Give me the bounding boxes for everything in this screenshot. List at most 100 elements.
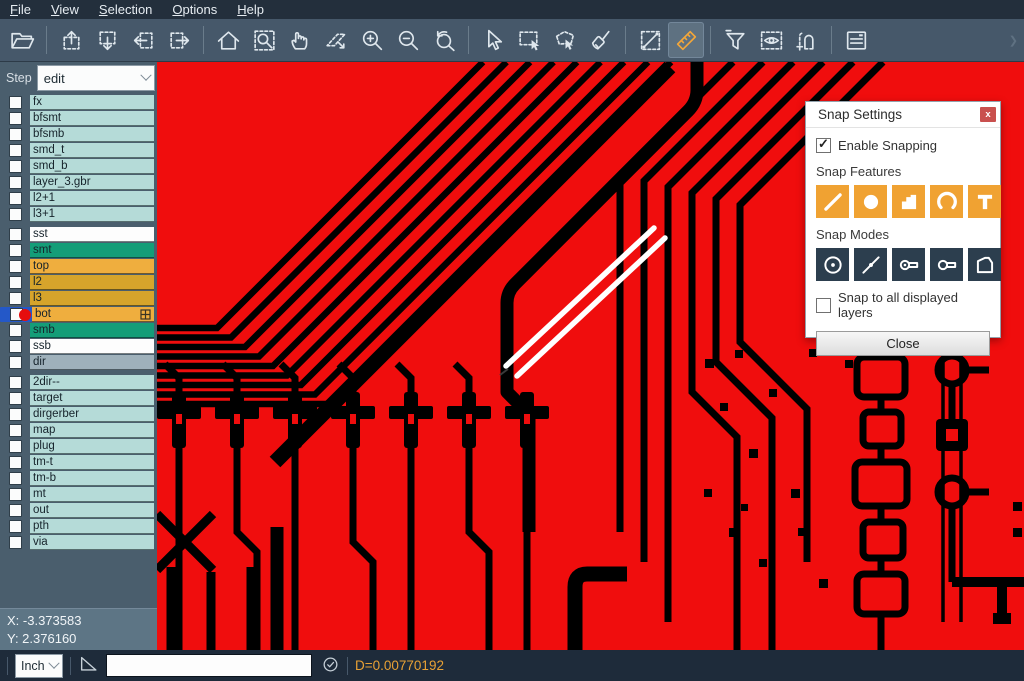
- layer-name-cell[interactable]: top: [30, 259, 154, 274]
- layer-row-2dir--[interactable]: 2dir--: [0, 375, 157, 390]
- layer-visibility-checkbox[interactable]: [9, 208, 22, 221]
- layer-name-cell[interactable]: sst: [30, 227, 154, 242]
- layer-name-cell[interactable]: smd_t: [30, 143, 154, 158]
- home-view-button[interactable]: [210, 22, 246, 58]
- view-options-button[interactable]: [753, 22, 789, 58]
- layer-name-cell[interactable]: bot: [32, 307, 154, 322]
- layer-row-out[interactable]: out: [0, 503, 157, 518]
- dialog-close-button[interactable]: Close: [816, 331, 990, 356]
- dialog-close-x-button[interactable]: x: [980, 107, 996, 122]
- filter-button[interactable]: [717, 22, 753, 58]
- layer-visibility-checkbox[interactable]: [9, 472, 22, 485]
- snap-feature-line-button[interactable]: [816, 185, 849, 218]
- snap-feature-text-button[interactable]: [968, 185, 1001, 218]
- layer-row-via[interactable]: via: [0, 535, 157, 550]
- menu-file[interactable]: File: [0, 1, 41, 19]
- measure-ruler-button[interactable]: [668, 22, 704, 58]
- extend-up-button[interactable]: [53, 22, 89, 58]
- layer-row-l2[interactable]: l2: [0, 275, 157, 290]
- layer-visibility-checkbox[interactable]: [9, 228, 22, 241]
- layer-visibility-checkbox[interactable]: [9, 160, 22, 173]
- snap-mode-center-button[interactable]: [816, 248, 849, 281]
- layer-row-smt[interactable]: smt: [0, 243, 157, 258]
- layer-visibility-checkbox[interactable]: [9, 376, 22, 389]
- snap-settings-button[interactable]: [789, 22, 825, 58]
- snap-mode-midpoint-button[interactable]: [854, 248, 887, 281]
- layer-name-cell[interactable]: mt: [30, 487, 154, 502]
- layer-name-cell[interactable]: plug: [30, 439, 154, 454]
- layer-row-smd_b[interactable]: smd_b: [0, 159, 157, 174]
- snap-feature-arc-button[interactable]: [930, 185, 963, 218]
- layer-name-cell[interactable]: l2+1: [30, 191, 154, 206]
- layer-name-cell[interactable]: target: [30, 391, 154, 406]
- snap-all-layers-checkbox[interactable]: [816, 298, 831, 313]
- layer-row-layer_3.gbr[interactable]: layer_3.gbr: [0, 175, 157, 190]
- layer-row-smd_t[interactable]: smd_t: [0, 143, 157, 158]
- layer-name-cell[interactable]: smb: [30, 323, 154, 338]
- polygon-select-button[interactable]: [547, 22, 583, 58]
- layer-row-pth[interactable]: pth: [0, 519, 157, 534]
- layer-name-cell[interactable]: pth: [30, 519, 154, 534]
- layer-visibility-checkbox[interactable]: [9, 456, 22, 469]
- layer-row-dirgerber[interactable]: dirgerber: [0, 407, 157, 422]
- layer-row-bfsmb[interactable]: bfsmb: [0, 127, 157, 142]
- layer-row-bot[interactable]: bot: [0, 307, 157, 322]
- layer-row-target[interactable]: target: [0, 391, 157, 406]
- layer-visibility-checkbox[interactable]: [9, 176, 22, 189]
- layer-visibility-checkbox[interactable]: [9, 112, 22, 125]
- layer-visibility-checkbox[interactable]: [9, 504, 22, 517]
- layer-visibility-checkbox[interactable]: [9, 144, 22, 157]
- layer-visibility-checkbox[interactable]: [9, 520, 22, 533]
- layer-visibility-checkbox[interactable]: [9, 536, 22, 549]
- snap-all-layers-row[interactable]: Snap to all displayed layers: [816, 290, 990, 320]
- layer-name-cell[interactable]: tm-t: [30, 455, 154, 470]
- toolbar-overflow-chevron[interactable]: ❯: [1009, 34, 1018, 47]
- layer-name-cell[interactable]: smd_b: [30, 159, 154, 174]
- zoom-area-button[interactable]: [318, 22, 354, 58]
- layer-visibility-checkbox[interactable]: [9, 244, 22, 257]
- zoom-out-button[interactable]: [390, 22, 426, 58]
- layer-name-cell[interactable]: out: [30, 503, 154, 518]
- rectangle-select-button[interactable]: [511, 22, 547, 58]
- layer-visibility-checkbox[interactable]: [9, 392, 22, 405]
- layer-visibility-checkbox[interactable]: [9, 276, 22, 289]
- enable-snapping-row[interactable]: Enable Snapping: [816, 138, 990, 153]
- layer-row-sst[interactable]: sst: [0, 227, 157, 242]
- layer-row-smb[interactable]: smb: [0, 323, 157, 338]
- layer-visibility-checkbox[interactable]: [9, 192, 22, 205]
- layer-row-fx[interactable]: fx: [0, 95, 157, 110]
- snap-mode-vertex-button[interactable]: [968, 248, 1001, 281]
- layer-visibility-checkbox[interactable]: [9, 488, 22, 501]
- layer-row-l3[interactable]: l3: [0, 291, 157, 306]
- measure-line-button[interactable]: [632, 22, 668, 58]
- layer-row-plug[interactable]: plug: [0, 439, 157, 454]
- clean-brush-button[interactable]: [583, 22, 619, 58]
- layer-row-mt[interactable]: mt: [0, 487, 157, 502]
- menu-options[interactable]: Options: [162, 1, 227, 19]
- enable-snapping-checkbox[interactable]: [816, 138, 831, 153]
- layer-visibility-checkbox[interactable]: [9, 96, 22, 109]
- layer-name-cell[interactable]: l2: [30, 275, 154, 290]
- layer-name-cell[interactable]: l3+1: [30, 207, 154, 222]
- zoom-fit-button[interactable]: [246, 22, 282, 58]
- layer-row-l2+1[interactable]: l2+1: [0, 191, 157, 206]
- menu-view[interactable]: View: [41, 1, 89, 19]
- extend-right-button[interactable]: [161, 22, 197, 58]
- unit-select[interactable]: Inch: [15, 654, 63, 678]
- open-file-button[interactable]: [4, 22, 40, 58]
- layer-visibility-checkbox[interactable]: [9, 128, 22, 141]
- layer-name-cell[interactable]: via: [30, 535, 154, 550]
- pan-button[interactable]: [282, 22, 318, 58]
- layer-name-cell[interactable]: l3: [30, 291, 154, 306]
- command-input[interactable]: [106, 654, 312, 677]
- layer-name-cell[interactable]: dirgerber: [30, 407, 154, 422]
- layer-row-ssb[interactable]: ssb: [0, 339, 157, 354]
- layer-row-top[interactable]: top: [0, 259, 157, 274]
- select-button[interactable]: [475, 22, 511, 58]
- layer-row-dir[interactable]: dir: [0, 355, 157, 370]
- layer-visibility-checkbox[interactable]: [9, 408, 22, 421]
- snap-feature-pad-button[interactable]: [854, 185, 887, 218]
- layer-grid-icon[interactable]: [140, 309, 151, 320]
- layer-name-cell[interactable]: ssb: [30, 339, 154, 354]
- apply-check-icon[interactable]: [321, 655, 340, 677]
